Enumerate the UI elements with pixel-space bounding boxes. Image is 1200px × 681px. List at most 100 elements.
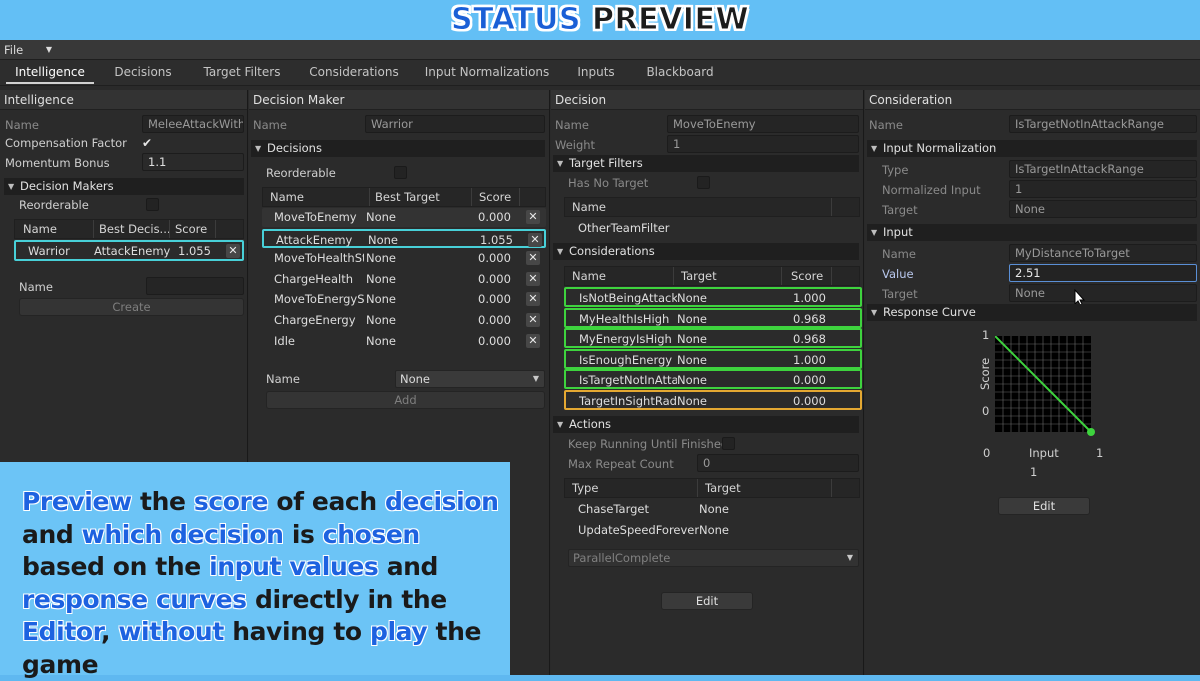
tab-inputs[interactable]: Inputs <box>570 64 622 84</box>
decision-row[interactable]: ChargeEnergy None 0.000 ✕ <box>262 311 546 330</box>
tab-considerations[interactable]: Considerations <box>304 64 404 84</box>
decision-row[interactable]: MoveToEnergySt None 0.000 ✕ <box>262 290 546 309</box>
remove-icon[interactable]: ✕ <box>528 232 542 247</box>
intel-name-field[interactable]: MeleeAttackWithc <box>142 115 244 133</box>
input-value-field[interactable]: 2.51 <box>1009 264 1197 282</box>
row-name: TargetInSightRadi <box>579 394 677 408</box>
has-no-target-checkbox[interactable] <box>697 176 710 189</box>
remove-icon[interactable]: ✕ <box>526 251 540 266</box>
filter-item[interactable]: OtherTeamFilter <box>578 221 670 235</box>
keep-running-checkbox[interactable] <box>722 437 735 450</box>
decision-maker-row-warrior[interactable]: Warrior AttackEnemy 1.055 ✕ <box>14 240 244 261</box>
callout-plain: of each <box>268 487 386 516</box>
remove-icon[interactable]: ✕ <box>526 271 540 286</box>
callout-highlight: response curves <box>22 584 247 614</box>
column-separator <box>673 267 674 285</box>
consideration-row[interactable]: IsNotBeingAttacke None 1.000 <box>564 287 862 307</box>
execution-mode-dropdown[interactable]: ParallelComplete ▼ <box>568 549 859 567</box>
action-target: None <box>699 502 730 516</box>
response-curve-foldout[interactable]: ▼ Response Curve <box>867 304 1197 321</box>
considerations-foldout[interactable]: ▼ Considerations <box>553 243 859 260</box>
momentum-bonus-field[interactable]: 1.1 <box>142 153 244 171</box>
col-target: Target <box>705 481 741 495</box>
normalized-input-field[interactable]: 1 <box>1009 180 1197 198</box>
row-target: None <box>677 352 708 367</box>
decision-row[interactable]: MoveToHealthSta None 0.000 ✕ <box>262 249 546 268</box>
action-type[interactable]: UpdateSpeedForever <box>578 523 699 537</box>
dm-name-field[interactable]: Warrior <box>365 115 545 133</box>
decisions-foldout[interactable]: ▼ Decisions <box>251 140 545 157</box>
new-decision-maker-name-field[interactable] <box>146 277 244 295</box>
considerations-table-header: Name Target Score <box>564 266 860 286</box>
input-target-field[interactable]: None <box>1009 284 1197 302</box>
triangle-down-icon: ▼ <box>871 308 878 317</box>
banner-word-preview: PREVIEW <box>591 2 750 38</box>
column-separator <box>215 220 216 238</box>
decision-edit-button[interactable]: Edit <box>661 592 753 610</box>
target-filters-table-header: Name <box>564 197 860 217</box>
column-separator <box>781 267 782 285</box>
dm-reorderable-checkbox[interactable] <box>394 166 407 179</box>
norm-target-label: Target <box>882 203 918 217</box>
callout-text: Preview the score of each decision and w… <box>22 486 510 681</box>
decision-name-field[interactable]: MoveToEnemy <box>667 115 859 133</box>
create-button[interactable]: Create <box>19 298 244 316</box>
tab-blackboard[interactable]: Blackboard <box>640 64 720 84</box>
callout-plain: the <box>131 487 194 516</box>
caret-down-icon: ▼ <box>45 45 52 54</box>
remove-icon[interactable]: ✕ <box>526 313 540 327</box>
remove-icon[interactable]: ✕ <box>526 333 540 348</box>
max-repeat-label: Max Repeat Count <box>568 457 674 471</box>
target-filters-foldout[interactable]: ▼ Target Filters <box>553 155 859 172</box>
tab-decisions[interactable]: Decisions <box>106 64 180 84</box>
consideration-row[interactable]: MyHealthIsHigh None 0.968 <box>564 307 862 328</box>
max-repeat-field[interactable]: 0 <box>697 454 859 472</box>
decision-row[interactable]: Idle None 0.000 ✕ <box>262 332 546 351</box>
decision-makers-foldout[interactable]: ▼ Decision Makers <box>4 178 244 195</box>
y-min-label: 0 <box>982 404 990 418</box>
tab-intelligence[interactable]: Intelligence <box>6 64 94 84</box>
decision-row[interactable]: MoveToEnemy None 0.000 ✕ <box>262 208 546 227</box>
remove-icon[interactable]: ✕ <box>226 244 240 258</box>
curve-edit-button[interactable]: Edit <box>998 497 1090 515</box>
actions-foldout[interactable]: ▼ Actions <box>553 416 859 433</box>
consideration-name-field[interactable]: IsTargetNotInAttackRange <box>1009 115 1197 133</box>
decision-row[interactable]: AttackEnemy None 1.055 ✕ <box>262 228 546 248</box>
input-foldout[interactable]: ▼ Input <box>867 224 1197 241</box>
row-name: Warrior <box>28 244 70 258</box>
norm-target-field[interactable]: None <box>1009 200 1197 218</box>
col-target: Target <box>681 269 717 283</box>
remove-icon[interactable]: ✕ <box>526 292 540 307</box>
tab-target-filters[interactable]: Target Filters <box>196 64 288 84</box>
decision-row[interactable]: ChargeHealth None 0.000 ✕ <box>262 270 546 289</box>
action-type[interactable]: ChaseTarget <box>578 502 649 516</box>
triangle-down-icon: ▼ <box>8 182 15 191</box>
response-curve-graph[interactable] <box>995 336 1095 436</box>
remove-icon[interactable]: ✕ <box>526 210 540 224</box>
add-button[interactable]: Add <box>266 391 545 409</box>
consideration-row[interactable]: TargetInSightRadi None 0.000 <box>564 390 862 410</box>
consideration-row[interactable]: IsTargetNotInAttac None 0.000 <box>564 369 862 390</box>
consideration-row[interactable]: IsEnoughEnergy None 1.000 <box>564 348 862 369</box>
type-field[interactable]: IsTargetInAttackRange <box>1009 160 1197 178</box>
input-normalization-foldout[interactable]: ▼ Input Normalization <box>867 140 1197 157</box>
dropdown-value: None <box>400 372 431 386</box>
input-name-field[interactable]: MyDistanceToTarget <box>1009 244 1197 262</box>
col-score: Score <box>479 190 512 204</box>
consideration-row[interactable]: MyEnergyIsHigh None 0.968 <box>564 328 862 349</box>
intel-reorderable-checkbox[interactable] <box>146 198 159 211</box>
tab-input-normalizations[interactable]: Input Normalizations <box>420 64 554 84</box>
weight-field[interactable]: 1 <box>667 135 859 153</box>
keep-running-label: Keep Running Until Finished <box>568 437 729 451</box>
callout-highlight: without <box>118 617 224 646</box>
callout-plain: based on the <box>22 552 210 581</box>
add-decision-dropdown[interactable]: None ▼ <box>395 370 545 388</box>
compensation-factor-checkbox[interactable]: ✔ <box>142 136 158 150</box>
row-target: None <box>677 311 708 326</box>
file-menu-label: File <box>4 43 24 57</box>
file-menu[interactable]: File ▼ <box>2 42 54 58</box>
column-separator <box>697 479 698 497</box>
callout-plain: having to <box>223 617 370 646</box>
col-score: Score <box>791 269 824 283</box>
col-name: Name <box>23 222 57 236</box>
